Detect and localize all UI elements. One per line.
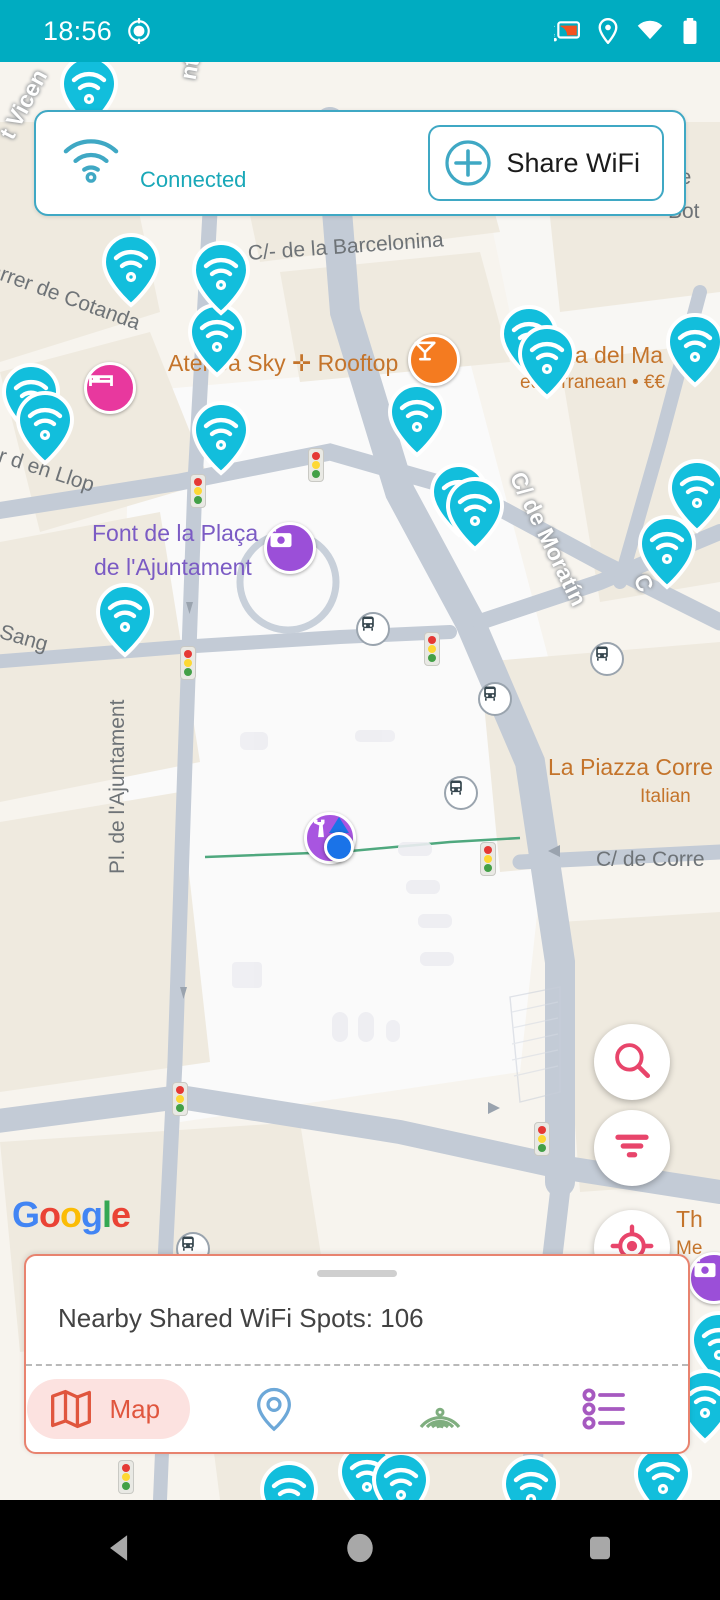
status-bar: 18:56 <box>0 0 720 62</box>
battery-icon <box>683 18 697 44</box>
traffic-light-icon <box>190 474 206 508</box>
tab-map[interactable]: Map <box>26 1366 192 1452</box>
bottom-sheet[interactable]: Nearby Shared WiFi Spots: 106 Map <box>24 1254 690 1454</box>
wifi-spot-pin[interactable] <box>636 514 698 590</box>
traffic-light-icon <box>480 842 496 876</box>
wifi-icon <box>62 135 120 188</box>
location-icon <box>598 18 618 44</box>
bar-pin[interactable] <box>408 334 460 386</box>
nearby-spots-title: Nearby Shared WiFi Spots: 106 <box>58 1303 424 1333</box>
wifi-spot-pin[interactable] <box>94 582 156 658</box>
sheet-tab-bar: Map <box>26 1366 688 1452</box>
wifi-spot-pin[interactable] <box>664 312 720 388</box>
share-wifi-button[interactable]: Share WiFi <box>428 125 664 201</box>
circle-home-icon <box>343 1531 377 1570</box>
app-screen: Google t VicenntC/- de la BarceloninadeB… <box>0 0 720 1600</box>
traffic-light-icon <box>118 1460 134 1494</box>
search-fab[interactable] <box>594 1024 670 1100</box>
cast-icon <box>554 21 580 42</box>
filter-fab[interactable] <box>594 1110 670 1186</box>
user-location-dot <box>324 832 354 862</box>
wifi-icon <box>637 20 663 40</box>
hotel-pin[interactable] <box>84 362 136 414</box>
traffic-light-icon <box>424 632 440 666</box>
wifi-spot-pin[interactable] <box>14 390 76 466</box>
traffic-light-icon <box>308 448 324 482</box>
traffic-light-icon <box>180 646 196 680</box>
wifi-spot-pin[interactable] <box>386 382 448 458</box>
tab-radar[interactable] <box>357 1366 523 1452</box>
traffic-light-icon <box>534 1122 550 1156</box>
android-nav-bar <box>0 1500 720 1600</box>
traffic-light-icon <box>172 1082 188 1116</box>
wifi-spot-pin[interactable] <box>516 324 578 400</box>
list-icon <box>581 1387 629 1431</box>
wifi-spot-pin[interactable] <box>444 476 506 552</box>
sheet-drag-handle[interactable] <box>317 1270 397 1277</box>
wifi-spot-pin[interactable] <box>370 1450 432 1500</box>
share-wifi-label: Share WiFi <box>506 147 640 178</box>
recents-button[interactable] <box>480 1533 720 1568</box>
wifi-spot-pin[interactable] <box>258 1460 320 1500</box>
google-attribution: Google <box>12 1194 131 1235</box>
pin-icon <box>251 1386 297 1432</box>
filter-icon <box>611 1125 653 1172</box>
bus-stop-icon[interactable] <box>478 682 512 716</box>
attraction-pin[interactable] <box>264 522 316 574</box>
tab-nearby-pin[interactable] <box>192 1366 358 1452</box>
tab-list[interactable] <box>523 1366 689 1452</box>
triangle-back-icon <box>103 1531 137 1570</box>
wifi-spot-pin[interactable] <box>190 240 252 316</box>
wifi-spot-pin[interactable] <box>100 232 162 308</box>
home-button[interactable] <box>240 1531 480 1570</box>
bus-stop-icon[interactable] <box>444 776 478 810</box>
status-bar-clock: 18:56 <box>43 15 113 46</box>
back-button[interactable] <box>0 1531 240 1570</box>
square-recents-icon <box>585 1533 615 1568</box>
tab-map-label: Map <box>109 1393 161 1424</box>
wifi-connection-status: Connected <box>140 167 247 192</box>
radar-icon <box>416 1385 464 1433</box>
status-bar-icons <box>554 18 698 44</box>
wifi-spot-pin[interactable] <box>190 400 252 476</box>
search-icon <box>611 1039 653 1086</box>
wifi-status-card: Connected Share WiFi <box>34 110 686 216</box>
bus-stop-icon[interactable] <box>590 642 624 676</box>
map-icon <box>49 1387 93 1431</box>
plus-circle-icon <box>444 139 492 187</box>
gps-fix-icon <box>126 18 152 44</box>
bus-stop-icon[interactable] <box>356 612 390 646</box>
wifi-spot-pin[interactable] <box>500 1454 562 1500</box>
